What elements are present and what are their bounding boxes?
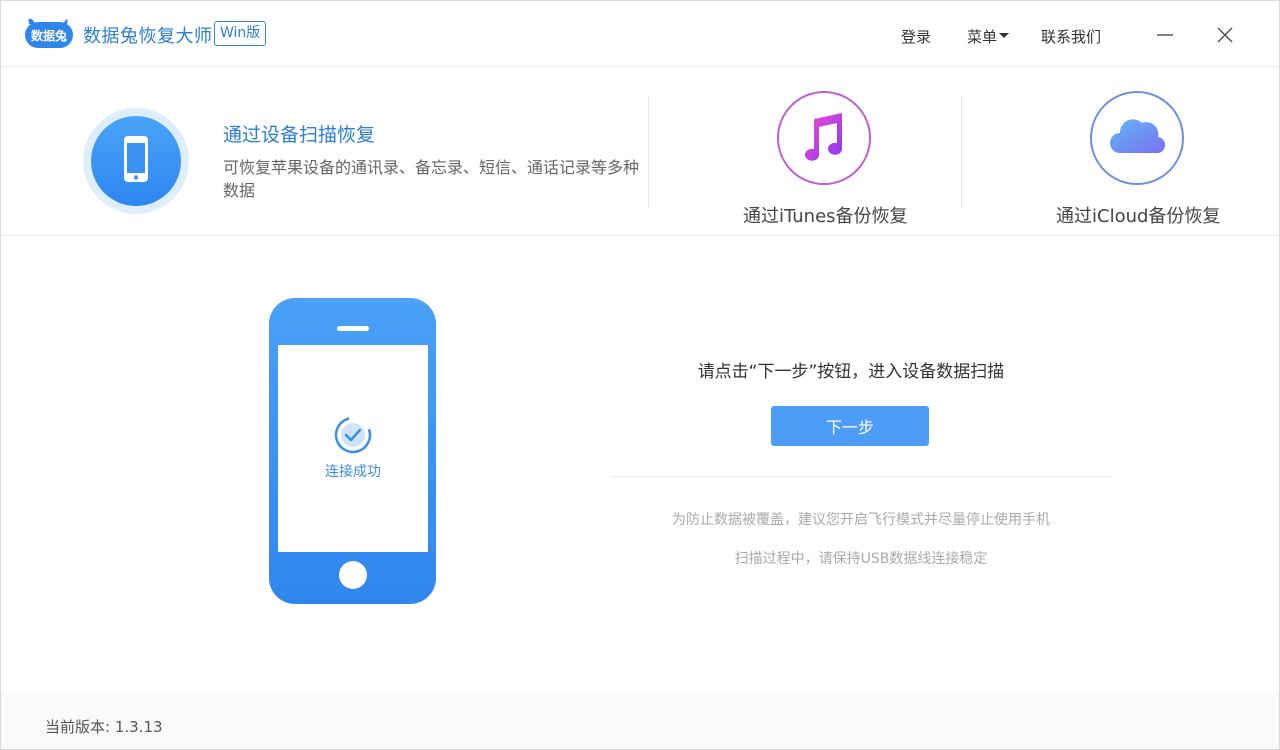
phone-icon xyxy=(124,136,148,182)
device-scan-mode-icon[interactable] xyxy=(83,108,189,214)
login-link[interactable]: 登录 xyxy=(901,26,931,47)
menu-label: 菜单 xyxy=(967,28,998,46)
itunes-mode-button[interactable] xyxy=(777,91,871,185)
scan-prompt: 请点击“下一步”按钮，进入设备数据扫描 xyxy=(697,362,1005,382)
app-window: 数据兔 数据兔恢复大师 Win版 登录 菜单 联系我们 通过设备扫描恢复 可恢复… xyxy=(0,0,1280,750)
phone-illustration: 连接成功 xyxy=(269,298,436,604)
icloud-mode-label[interactable]: 通过iCloud备份恢复 xyxy=(1056,202,1220,228)
device-scan-description: 可恢复苹果设备的通讯录、备忘录、短信、通话记录等多种数据 xyxy=(223,158,640,200)
icloud-mode-button[interactable] xyxy=(1090,91,1184,185)
svg-text:数据兔: 数据兔 xyxy=(31,28,67,43)
next-step-button[interactable]: 下一步 xyxy=(771,406,929,446)
check-circle-icon xyxy=(334,416,372,454)
content-divider xyxy=(611,476,1111,477)
caret-down-icon xyxy=(999,33,1010,38)
minimize-icon xyxy=(1157,34,1173,36)
edition-badge: Win版 xyxy=(214,21,267,46)
device-scan-title[interactable]: 通过设备扫描恢复 xyxy=(223,120,375,147)
cloud-icon xyxy=(1110,119,1166,154)
tip-usb-connection: 扫描过程中，请保持USB数据线连接稳定 xyxy=(734,551,988,567)
status-footer: 当前版本: 1.3.13 xyxy=(1,691,1279,749)
recovery-mode-panel: 通过设备扫描恢复 可恢复苹果设备的通讯录、备忘录、短信、通话记录等多种数据 通过… xyxy=(1,68,1279,236)
mode-divider xyxy=(961,97,962,207)
close-button[interactable] xyxy=(1213,23,1237,47)
mode-divider xyxy=(648,97,649,207)
minimize-button[interactable] xyxy=(1153,23,1177,47)
itunes-mode-label[interactable]: 通过iTunes备份恢复 xyxy=(743,202,908,228)
app-logo: 数据兔 xyxy=(23,14,75,50)
app-title: 数据兔恢复大师 xyxy=(83,26,213,47)
tip-airplane-mode: 为防止数据被覆盖，建议您开启飞行模式并尽量停止使用手机 xyxy=(672,512,1050,528)
phone-speaker xyxy=(337,326,369,331)
version-label: 当前版本: 1.3.13 xyxy=(45,718,163,736)
close-icon xyxy=(1217,27,1233,43)
login-label: 登录 xyxy=(901,28,932,46)
music-note-icon xyxy=(805,113,842,161)
contact-label: 联系我们 xyxy=(1041,28,1102,46)
rabbit-logo-icon: 数据兔 xyxy=(25,18,73,48)
phone-screen: 连接成功 xyxy=(278,345,428,552)
menu-dropdown[interactable]: 菜单 xyxy=(967,26,1010,47)
title-bar: 数据兔 数据兔恢复大师 Win版 登录 菜单 联系我们 xyxy=(1,1,1279,67)
contact-us-link[interactable]: 联系我们 xyxy=(1041,26,1101,47)
phone-home-button xyxy=(339,561,367,589)
connection-status: 连接成功 xyxy=(325,464,381,480)
